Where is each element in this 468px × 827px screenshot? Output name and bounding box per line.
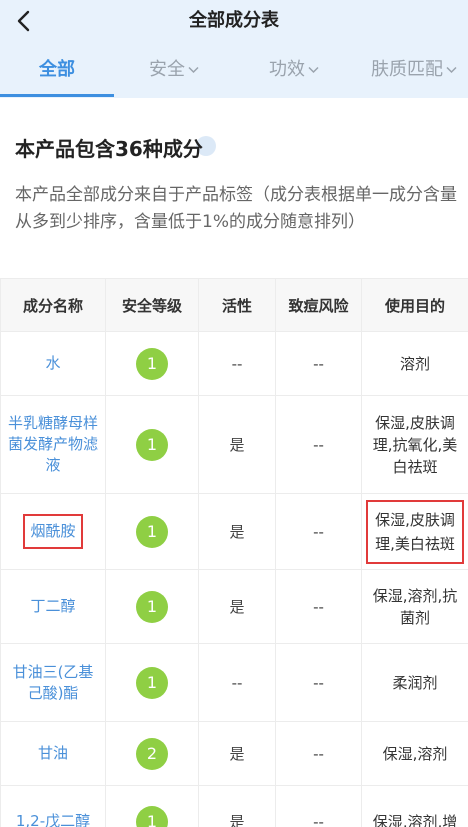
page-title: 全部成分表 [189, 10, 279, 31]
ingredient-name-link[interactable]: 烟酰胺 [23, 514, 83, 549]
table-row[interactable]: 甘油 2 是 -- 保湿,溶剂 [0, 721, 468, 786]
safety-level-badge: 1 [136, 590, 168, 623]
acne-risk-cell: -- [275, 493, 362, 570]
active-tab-indicator [0, 94, 114, 97]
purpose-cell: 保湿,溶剂,抗菌剂 [361, 569, 468, 644]
tab-all[interactable]: 全部 [0, 42, 114, 98]
tab-efficacy[interactable]: 功效 [246, 42, 342, 98]
active-cell: -- [198, 331, 276, 396]
purpose-cell: 保湿,皮肤调理,抗氧化,美白祛斑 [361, 395, 468, 494]
table-row[interactable]: 丁二醇 1 是 -- 保湿,溶剂,抗菌剂 [0, 569, 468, 644]
purpose-cell: 保湿,溶剂 [361, 721, 468, 786]
active-cell: 是 [198, 721, 276, 786]
ingredient-count-title: 本产品包含36种成分 [15, 137, 203, 161]
ingredient-name-link[interactable]: 1,2-戊二醇 [16, 812, 90, 827]
ingredients-table: 成分名称 安全等级 活性 致痘风险 使用目的 水 1 -- -- 溶剂 半乳糖酵… [0, 278, 468, 827]
active-cell: 是 [198, 569, 276, 644]
tab-label: 肤质匹配 [371, 59, 443, 80]
purpose-cell: 保湿,溶剂,增 [361, 785, 468, 827]
chevron-down-icon [446, 66, 457, 74]
safety-level-badge: 2 [136, 737, 168, 770]
ingredient-name-link[interactable]: 甘油 [38, 744, 68, 762]
acne-risk-cell: -- [275, 331, 362, 396]
ingredient-name-link[interactable]: 水 [45, 354, 60, 372]
table-header-row: 成分名称 安全等级 活性 致痘风险 使用目的 [0, 278, 468, 332]
table-row[interactable]: 烟酰胺 1 是 -- 保湿,皮肤调理,美白祛斑 [0, 493, 468, 570]
column-header-active: 活性 [198, 278, 276, 332]
table-row[interactable]: 1,2-戊二醇 1 是 -- 保湿,溶剂,增 [0, 785, 468, 827]
chevron-down-icon [308, 66, 319, 74]
purpose-cell: 溶剂 [361, 331, 468, 396]
column-header-acne-risk: 致痘风险 [275, 278, 362, 332]
acne-risk-cell: -- [275, 721, 362, 786]
active-cell: 是 [198, 785, 276, 827]
filter-tabs: 全部 安全 功效 肤质匹配 [0, 42, 468, 98]
tab-safety[interactable]: 安全 [126, 42, 222, 98]
purpose-cell: 柔润剂 [361, 643, 468, 722]
tab-label: 全部 [39, 59, 75, 80]
ingredient-source-description: 本产品全部成分来自于产品标签（成分表根据单一成分含量从多到少排序，含量低于1%的… [15, 185, 457, 232]
table-row[interactable]: 甘油三(乙基己酸)酯 1 -- -- 柔润剂 [0, 643, 468, 722]
top-navbar: 全部成分表 [0, 0, 468, 42]
tab-skin-match[interactable]: 肤质匹配 [360, 42, 468, 98]
acne-risk-cell: -- [275, 395, 362, 494]
purpose-cell: 保湿,皮肤调理,美白祛斑 [366, 499, 464, 564]
chevron-down-icon [188, 66, 199, 74]
column-header-safety: 安全等级 [105, 278, 199, 332]
ingredient-name-link[interactable]: 甘油三(乙基己酸)酯 [13, 663, 94, 702]
safety-level-badge: 1 [136, 347, 168, 380]
table-row[interactable]: 水 1 -- -- 溶剂 [0, 331, 468, 396]
column-header-purpose: 使用目的 [361, 278, 468, 332]
safety-level-badge: 1 [136, 428, 168, 461]
active-cell: 是 [198, 395, 276, 494]
tab-label: 功效 [269, 59, 305, 80]
acne-risk-cell: -- [275, 785, 362, 827]
safety-level-badge: 1 [136, 805, 168, 827]
safety-level-badge: 1 [136, 515, 168, 548]
table-row[interactable]: 半乳糖酵母样菌发酵产物滤液 1 是 -- 保湿,皮肤调理,抗氧化,美白祛斑 [0, 395, 468, 494]
column-header-name: 成分名称 [0, 278, 106, 332]
ingredient-name-link[interactable]: 丁二醇 [30, 597, 75, 615]
active-cell: 是 [198, 493, 276, 570]
safety-level-badge: 1 [136, 666, 168, 699]
ingredient-name-link[interactable]: 半乳糖酵母样菌发酵产物滤液 [8, 414, 98, 474]
active-cell: -- [198, 643, 276, 722]
tab-label: 安全 [149, 59, 185, 80]
acne-risk-cell: -- [275, 569, 362, 644]
acne-risk-cell: -- [275, 643, 362, 722]
